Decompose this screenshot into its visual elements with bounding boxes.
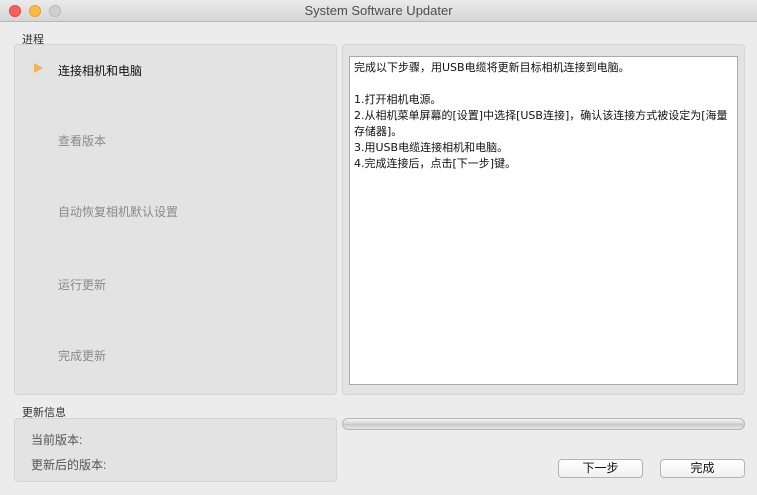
updater-window: System Software Updater 进程 连接相机和电脑 查看版本 …	[0, 0, 757, 495]
update-progress-bar	[342, 418, 745, 430]
updated-version-label: 更新后的版本:	[31, 458, 107, 472]
done-button[interactable]: 完成	[660, 459, 745, 478]
instructions-text[interactable]: 完成以下步骤，用USB电缆将更新目标相机连接到电脑。 1.打开相机电源。 2.从…	[349, 56, 738, 385]
current-step-arrow-icon	[34, 63, 43, 73]
current-version-label: 当前版本:	[31, 433, 83, 447]
next-button[interactable]: 下一步	[558, 459, 643, 478]
steps-panel: 连接相机和电脑 查看版本 自动恢复相机默认设置 运行更新 完成更新	[14, 44, 337, 395]
window-title: System Software Updater	[304, 3, 453, 18]
step-finish-update: 完成更新	[58, 349, 107, 363]
title-bar[interactable]: System Software Updater	[0, 0, 757, 22]
update-info-panel: 当前版本: 更新后的版本:	[14, 418, 337, 482]
step-run-update: 运行更新	[58, 278, 107, 292]
step-connect-camera: 连接相机和电脑	[58, 64, 143, 78]
step-check-version: 查看版本	[58, 134, 107, 148]
instructions-panel: 完成以下步骤，用USB电缆将更新目标相机连接到电脑。 1.打开相机电源。 2.从…	[342, 44, 745, 395]
step-restore-defaults: 自动恢复相机默认设置	[58, 205, 179, 219]
